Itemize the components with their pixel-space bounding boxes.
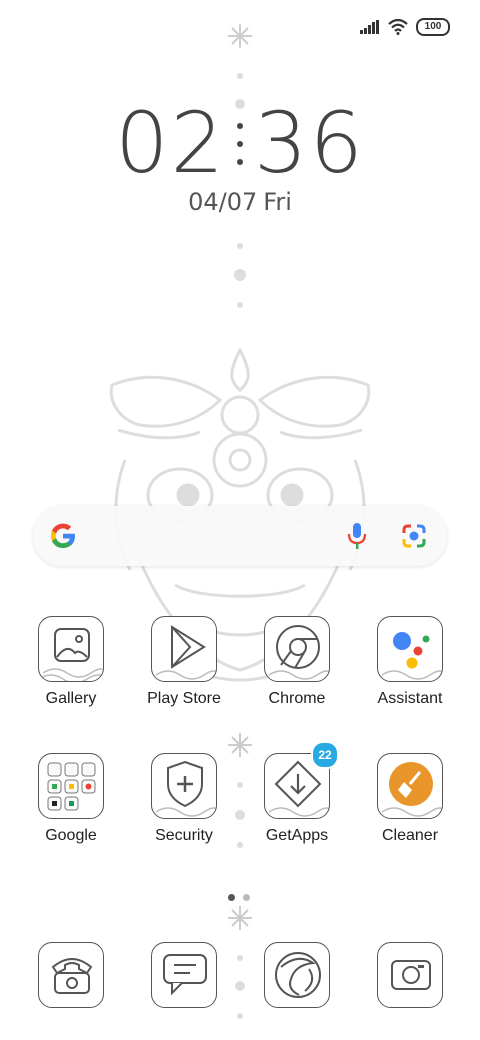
date-value: 04/07 bbox=[188, 188, 258, 216]
notification-badge: 22 bbox=[311, 741, 339, 769]
google-logo-icon bbox=[51, 523, 75, 548]
cleaner-tile bbox=[377, 753, 443, 819]
folder-tile bbox=[38, 753, 104, 819]
microphone-icon[interactable] bbox=[347, 522, 367, 550]
assistant-tile bbox=[377, 616, 443, 682]
date-day: Fri bbox=[263, 188, 292, 216]
cleaner-icon bbox=[381, 762, 442, 817]
chrome-tile bbox=[264, 616, 330, 682]
camera-tile bbox=[377, 942, 443, 1008]
app-google-folder[interactable]: Google bbox=[21, 753, 121, 845]
app-getapps[interactable]: 22 GetApps bbox=[247, 741, 347, 845]
dock-camera[interactable] bbox=[360, 942, 460, 1008]
phone-tile bbox=[38, 942, 104, 1008]
clock-separator bbox=[226, 94, 254, 192]
messages-icon bbox=[163, 954, 207, 996]
app-cleaner[interactable]: Cleaner bbox=[360, 753, 460, 845]
app-label: Play Store bbox=[147, 690, 221, 707]
security-tile bbox=[151, 753, 217, 819]
page-dot-2[interactable] bbox=[243, 894, 250, 901]
app-play-store[interactable]: Play Store bbox=[134, 616, 234, 708]
app-label: Google bbox=[45, 827, 97, 844]
camera-icon bbox=[391, 960, 431, 990]
status-bar: 100 bbox=[0, 0, 480, 56]
dock-browser[interactable] bbox=[247, 942, 347, 1008]
clock-hours: 02 bbox=[115, 94, 226, 192]
phone-icon bbox=[51, 958, 93, 994]
app-security[interactable]: Security bbox=[134, 753, 234, 845]
dock-phone[interactable] bbox=[21, 942, 121, 1008]
clock-minutes: 36 bbox=[254, 94, 365, 192]
app-label: Cleaner bbox=[381, 827, 439, 844]
app-label: Security bbox=[155, 827, 213, 844]
browser-tile bbox=[264, 942, 330, 1008]
gallery-icon bbox=[39, 628, 103, 681]
page-indicator[interactable] bbox=[228, 894, 250, 901]
wifi-icon bbox=[388, 19, 408, 35]
app-label: Assistant bbox=[377, 690, 443, 707]
gallery-tile bbox=[38, 616, 104, 682]
app-label: Chrome bbox=[268, 690, 326, 707]
page-dot-1[interactable] bbox=[228, 894, 235, 901]
security-icon bbox=[155, 760, 216, 817]
google-search-bar[interactable] bbox=[33, 506, 447, 566]
app-chrome[interactable]: Chrome bbox=[247, 616, 347, 708]
assistant-icon bbox=[381, 632, 442, 680]
battery-icon: 100 bbox=[416, 18, 450, 36]
app-label: Gallery bbox=[45, 690, 97, 707]
clock: 02 36 bbox=[0, 94, 480, 192]
app-assistant[interactable]: Assistant bbox=[360, 616, 460, 708]
play-store-tile bbox=[151, 616, 217, 682]
app-gallery[interactable]: Gallery bbox=[21, 616, 121, 708]
signal-icon bbox=[360, 20, 379, 34]
app-label: GetApps bbox=[265, 827, 329, 844]
messages-tile bbox=[151, 942, 217, 1008]
chrome-icon bbox=[268, 625, 329, 680]
date: 04/07 Fri bbox=[0, 188, 480, 216]
play-store-icon bbox=[155, 625, 216, 680]
google-lens-icon[interactable] bbox=[401, 523, 427, 549]
folder-icon bbox=[47, 762, 96, 811]
dock-messages[interactable] bbox=[134, 942, 234, 1008]
browser-icon bbox=[275, 952, 321, 998]
